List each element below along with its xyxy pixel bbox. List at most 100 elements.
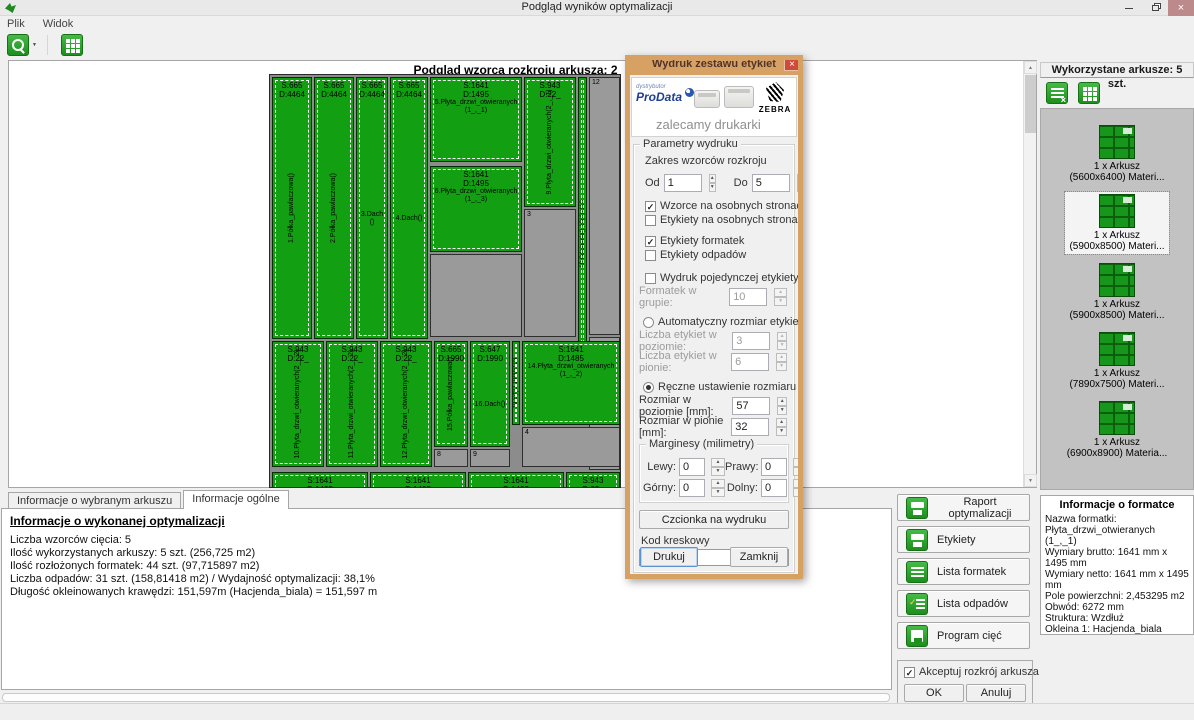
- margin-top-spinner[interactable]: ▲▼: [711, 479, 725, 497]
- cutting-program-button[interactable]: Program cięć: [897, 622, 1030, 649]
- cancel-button[interactable]: Anuluj: [966, 684, 1026, 702]
- spin-down-icon[interactable]: ▼: [797, 183, 803, 192]
- cut-panel[interactable]: S:943D:22_12.Płyta_drzwi_otwieranych(2_,…: [380, 341, 432, 467]
- grid-view-icon[interactable]: [1078, 82, 1100, 104]
- range-to-input[interactable]: [752, 174, 790, 192]
- size-vertical-spinner[interactable]: ▲▼: [776, 418, 787, 436]
- range-to-spinner[interactable]: ▲▼: [797, 174, 803, 192]
- tab-selected-sheet[interactable]: Informacje o wybranym arkuszu: [8, 492, 181, 509]
- checkbox[interactable]: ✓: [645, 236, 656, 247]
- spin-up-icon[interactable]: ▲: [776, 353, 787, 362]
- margin-bottom-input[interactable]: [761, 479, 787, 497]
- waste-area[interactable]: 4: [522, 427, 620, 467]
- close-dialog-button[interactable]: Zamknij: [730, 547, 788, 567]
- spin-up-icon[interactable]: ▲: [777, 397, 787, 406]
- cut-panel[interactable]: S:665D:44641.Półka_pawlaczowa(): [272, 77, 312, 339]
- single-label-checkbox-row[interactable]: Wydruk pojedynczej etykiety dla grupy: [645, 271, 789, 285]
- dropdown-caret-icon[interactable]: ▼: [32, 42, 37, 48]
- spin-down-icon[interactable]: ▼: [793, 467, 803, 476]
- manual-size-radio-row[interactable]: Ręczne ustawienie rozmiaru etykiety: [643, 380, 789, 394]
- auto-size-radio-row[interactable]: Automatyczny rozmiar etykiety: [643, 315, 789, 329]
- scrollbar-thumb[interactable]: [1025, 75, 1036, 133]
- clear-list-icon[interactable]: [1046, 82, 1068, 104]
- margin-right-spinner[interactable]: ▲▼: [793, 458, 803, 476]
- checkbox[interactable]: [645, 273, 656, 284]
- accept-row[interactable]: ✓ Akceptuj rozkrój arkusza: [904, 665, 1026, 679]
- cut-panel[interactable]: S:943D:22_11.Płyta_drzwi_otwieranych(2_,…: [326, 341, 378, 467]
- cut-panel[interactable]: S:665D:199015.Półka_pawlaczowa(): [434, 341, 468, 447]
- cut-panel[interactable]: S:943D:22_10.Płyta_drzwi_otwieranych(2_,…: [272, 341, 324, 467]
- checkbox-row[interactable]: ✓Etykiety formatek: [645, 234, 789, 248]
- waste-area[interactable]: 12: [589, 77, 620, 335]
- close-button[interactable]: ×: [1168, 0, 1194, 16]
- spin-up-icon[interactable]: ▲: [711, 479, 725, 488]
- checkbox-row[interactable]: Etykiety odpadów: [645, 248, 789, 262]
- size-horizontal-spinner[interactable]: ▲▼: [777, 397, 787, 415]
- spin-up-icon[interactable]: ▲: [793, 458, 803, 467]
- cut-panel[interactable]: S:665D:44643.Dach(): [356, 77, 388, 339]
- cut-panel[interactable]: S:1641D:14955.Płyta_drzwi_otwieranych(1_…: [430, 77, 522, 162]
- margin-top-input[interactable]: [679, 479, 705, 497]
- range-from-spinner[interactable]: ▲▼: [709, 174, 716, 192]
- margin-bottom-spinner[interactable]: ▲▼: [793, 479, 803, 497]
- scroll-down-icon[interactable]: ▼: [1024, 474, 1037, 487]
- restore-button[interactable]: [1142, 0, 1168, 16]
- accept-checkbox[interactable]: ✓: [904, 667, 915, 678]
- radio-button[interactable]: [643, 382, 654, 393]
- report-button[interactable]: Raport optymalizacji: [897, 494, 1030, 521]
- checkbox-row[interactable]: ✓Wzorce na osobnych stronach: [645, 199, 789, 213]
- waste-area[interactable]: 8: [434, 449, 468, 467]
- print-button[interactable]: Drukuj: [640, 547, 698, 567]
- canvas-vertical-scrollbar[interactable]: ▲ ▼: [1023, 61, 1036, 487]
- cut-panel[interactable]: S:647D:199016.Dach(): [470, 341, 510, 447]
- radio-button[interactable]: [643, 317, 654, 328]
- scroll-up-icon[interactable]: ▲: [1024, 61, 1037, 74]
- size-horizontal-input[interactable]: [732, 397, 770, 415]
- spin-down-icon[interactable]: ▼: [777, 406, 787, 415]
- spin-down-icon[interactable]: ▼: [709, 183, 716, 192]
- cut-panel[interactable]: S:665D:44644.Dach(): [390, 77, 428, 339]
- size-vertical-input[interactable]: [731, 418, 769, 436]
- range-from-input[interactable]: [664, 174, 702, 192]
- cut-panel[interactable]: S:1641D:1495: [468, 472, 564, 488]
- cut-panel[interactable]: S:943D:22_: [566, 472, 620, 488]
- cut-panel[interactable]: 19.S(f)D 1990x103: [512, 341, 520, 425]
- spin-up-icon[interactable]: ▲: [797, 174, 803, 183]
- ok-button[interactable]: OK: [904, 684, 964, 702]
- spin-down-icon[interactable]: ▼: [793, 488, 803, 497]
- cut-panel[interactable]: S:943D:22_9.Płyta_drzwi_otwieranych(2_,_…: [524, 77, 576, 207]
- recalculate-button[interactable]: [60, 33, 84, 57]
- checkbox[interactable]: [645, 215, 656, 226]
- sheet-list-item[interactable]: 1 x Arkusz(5900x8500) Materi...: [1065, 261, 1168, 323]
- cut-panel[interactable]: S:665D:44642.Półka_pawlaczowa(): [314, 77, 354, 339]
- menu-plik[interactable]: Plik: [7, 18, 25, 30]
- parts-list-button[interactable]: Lista formatek: [897, 558, 1030, 585]
- sheet-list-item[interactable]: 1 x Arkusz(5900x8500) Materi...: [1065, 192, 1168, 254]
- cut-panel[interactable]: S:1641D:14956.Płyta_drzwi_otwieranych(1_…: [430, 166, 522, 252]
- tab-general-info[interactable]: Informacje ogólne: [183, 490, 288, 509]
- spin-up-icon[interactable]: ▲: [777, 332, 787, 341]
- spin-up-icon[interactable]: ▲: [711, 458, 725, 467]
- labels-button[interactable]: Etykiety: [897, 526, 1030, 553]
- spin-down-icon[interactable]: ▼: [776, 427, 787, 436]
- spin-up-icon[interactable]: ▲: [709, 174, 716, 183]
- font-button[interactable]: Czcionka na wydruku: [639, 510, 789, 529]
- spin-down-icon[interactable]: ▼: [774, 297, 787, 306]
- spin-up-icon[interactable]: ▲: [776, 418, 787, 427]
- dialog-titlebar[interactable]: Wydruk zestawu etykiet ×: [625, 55, 803, 75]
- waste-area[interactable]: 9: [470, 449, 510, 467]
- sheet-list-item[interactable]: 1 x Arkusz(6900x8900) Materia...: [1063, 399, 1172, 461]
- cut-panel[interactable]: S:1641D:148514.Płyta_drzwi_otwieranych(1…: [522, 341, 620, 425]
- waste-area[interactable]: 3: [524, 209, 576, 337]
- sheet-list-item[interactable]: 1 x Arkusz(7890x7500) Materi...: [1065, 330, 1168, 392]
- zoom-tool-button[interactable]: ▼: [6, 33, 41, 57]
- sheet-list-item[interactable]: 1 x Arkusz(5600x6400) Materi...: [1065, 123, 1168, 185]
- waste-area[interactable]: [430, 254, 522, 337]
- dialog-close-icon[interactable]: ×: [784, 58, 800, 71]
- spin-down-icon[interactable]: ▼: [711, 488, 725, 497]
- spin-up-icon[interactable]: ▲: [774, 288, 787, 297]
- waste-list-button[interactable]: Lista odpadów: [897, 590, 1030, 617]
- margin-left-input[interactable]: [679, 458, 705, 476]
- checkbox[interactable]: [645, 250, 656, 261]
- cut-panel[interactable]: S:1641D:1495: [272, 472, 368, 488]
